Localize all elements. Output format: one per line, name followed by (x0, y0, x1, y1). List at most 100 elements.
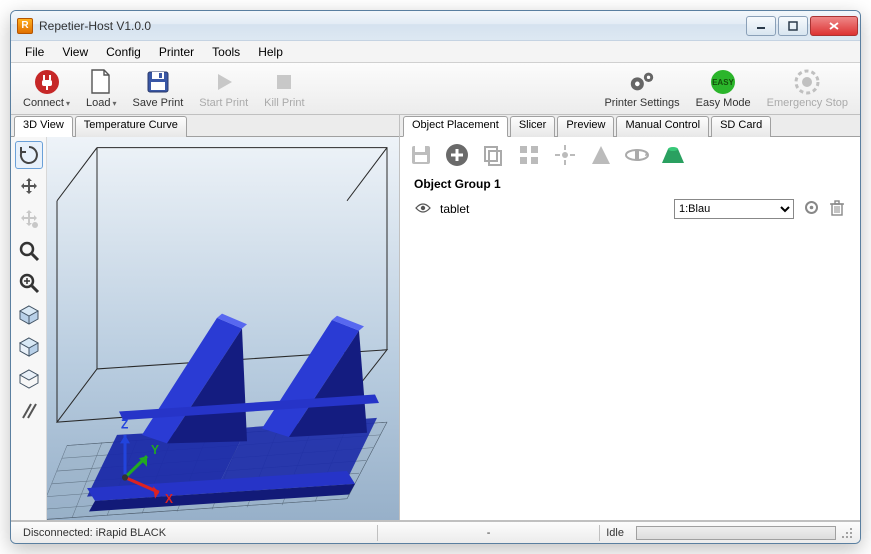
gears-icon (628, 68, 656, 96)
rotate-3d-icon (624, 143, 650, 167)
parallel-projection-button[interactable] (15, 397, 43, 425)
view-iso-c-button[interactable] (15, 365, 43, 393)
left-panel-body: X Y Z (11, 137, 399, 520)
view-iso-a-button[interactable] (15, 301, 43, 329)
resize-grip[interactable] (840, 526, 854, 540)
view-iso-b-button[interactable] (15, 333, 43, 361)
easy-icon: EASY (709, 68, 737, 96)
object-list: Object Group 1 tablet 1:Blau (400, 173, 860, 520)
zoom-button[interactable] (15, 237, 43, 265)
status-state: Idle (600, 527, 630, 539)
connect-button[interactable]: Connect▾ (15, 66, 78, 111)
app-icon: R (17, 18, 33, 34)
content-area: 3D View Temperature Curve (11, 115, 860, 521)
right-panel: Object Placement Slicer Preview Manual C… (399, 115, 860, 520)
copy-icon (481, 143, 505, 167)
grid-icon (517, 143, 541, 167)
zoom-icon (18, 240, 40, 262)
kill-print-button[interactable]: Kill Print (256, 66, 312, 111)
autoplace-button[interactable] (514, 140, 544, 170)
rotate-view-button[interactable] (15, 141, 43, 169)
menu-printer[interactable]: Printer (151, 43, 202, 61)
emergency-stop-icon (793, 68, 821, 96)
parallel-lines-icon (18, 400, 40, 422)
move-view-button[interactable] (15, 173, 43, 201)
titlebar: R Repetier-Host V1.0.0 (11, 11, 860, 41)
menu-view[interactable]: View (54, 43, 96, 61)
close-button[interactable] (810, 16, 858, 36)
tab-manual-control[interactable]: Manual Control (616, 116, 709, 137)
status-connection: Disconnected: iRapid BLACK (17, 527, 377, 539)
3d-scene: X Y Z (47, 137, 399, 520)
start-print-button[interactable]: Start Print (191, 66, 256, 111)
file-icon (87, 68, 115, 96)
svg-text:Y: Y (151, 443, 160, 457)
emergency-stop-button[interactable]: Emergency Stop (759, 66, 856, 111)
center-object-button[interactable] (550, 140, 580, 170)
plug-icon (33, 68, 61, 96)
tab-sd-card[interactable]: SD Card (711, 116, 771, 137)
save-print-label: Save Print (133, 97, 184, 109)
easy-mode-button[interactable]: EASY Easy Mode (688, 66, 759, 111)
eye-icon (415, 202, 431, 214)
3d-viewport[interactable]: X Y Z (47, 137, 399, 520)
app-window: R Repetier-Host V1.0.0 File View Config … (10, 10, 861, 544)
menu-config[interactable]: Config (98, 43, 149, 61)
close-icon (828, 21, 840, 31)
minimize-button[interactable] (746, 16, 776, 36)
tab-temperature-curve[interactable]: Temperature Curve (75, 116, 187, 137)
menu-bar: File View Config Printer Tools Help (11, 41, 860, 63)
object-settings-button[interactable] (802, 200, 820, 218)
placement-toolbar (400, 137, 860, 173)
visibility-toggle[interactable] (414, 202, 432, 217)
load-button[interactable]: Load▾ (78, 66, 125, 111)
menu-tools[interactable]: Tools (204, 43, 248, 61)
save-print-button[interactable]: Save Print (125, 66, 192, 111)
tab-preview[interactable]: Preview (557, 116, 614, 137)
printer-settings-label: Printer Settings (604, 97, 679, 109)
svg-text:X: X (165, 492, 174, 506)
trash-icon (830, 200, 844, 216)
minimize-icon (756, 21, 766, 31)
scale-object-button[interactable] (586, 140, 616, 170)
main-toolbar: Connect▾ Load▾ Save Print Start Print Ki… (11, 63, 860, 115)
cube-front-icon (17, 335, 41, 359)
right-tabstrip: Object Placement Slicer Preview Manual C… (400, 115, 860, 137)
chevron-down-icon: ▾ (66, 99, 70, 108)
tab-object-placement[interactable]: Object Placement (403, 116, 508, 137)
view-object-button[interactable] (658, 140, 688, 170)
frustum-icon (660, 145, 686, 165)
emergency-stop-label: Emergency Stop (767, 97, 848, 109)
status-middle: - (378, 527, 599, 539)
material-select[interactable]: 1:Blau (674, 199, 794, 219)
object-row: tablet 1:Blau (410, 197, 850, 221)
right-panel-body: Object Group 1 tablet 1:Blau (400, 137, 860, 520)
move-arrows-icon (18, 176, 40, 198)
maximize-button[interactable] (778, 16, 808, 36)
move-object-button[interactable] (15, 205, 43, 233)
svg-text:EASY: EASY (712, 78, 734, 87)
menu-file[interactable]: File (17, 43, 52, 61)
kill-print-label: Kill Print (264, 97, 304, 109)
tab-slicer[interactable]: Slicer (510, 116, 556, 137)
left-tabstrip: 3D View Temperature Curve (11, 115, 399, 137)
window-title: Repetier-Host V1.0.0 (39, 19, 746, 33)
object-name[interactable]: tablet (440, 202, 666, 216)
svg-text:Z: Z (121, 417, 129, 431)
zoom-fit-button[interactable] (15, 269, 43, 297)
save-plate-button[interactable] (406, 140, 436, 170)
tab-3d-view[interactable]: 3D View (14, 116, 73, 137)
save-icon (409, 143, 433, 167)
copy-object-button[interactable] (478, 140, 508, 170)
status-progress-bar (636, 526, 836, 540)
rotate-icon (18, 144, 40, 166)
connect-label: Connect (23, 97, 64, 109)
rotate-object-button[interactable] (622, 140, 652, 170)
printer-settings-button[interactable]: Printer Settings (596, 66, 687, 111)
add-object-button[interactable] (442, 140, 472, 170)
object-delete-button[interactable] (828, 200, 846, 219)
menu-help[interactable]: Help (250, 43, 291, 61)
center-icon (553, 143, 577, 167)
plus-circle-icon (444, 142, 470, 168)
cube-iso-icon (17, 303, 41, 327)
